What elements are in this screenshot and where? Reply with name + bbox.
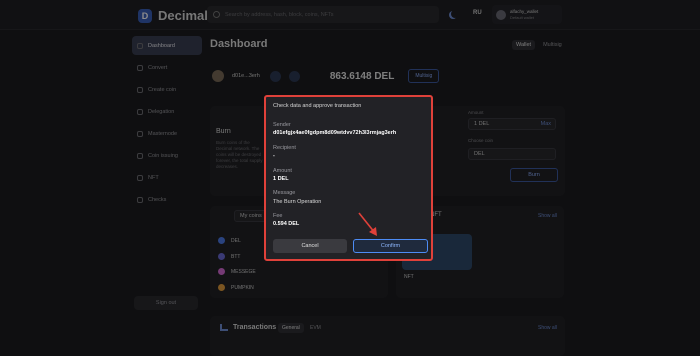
fee-label: Fee	[273, 213, 283, 219]
modal-title: Check data and approve transaction	[273, 103, 362, 109]
amount-value: 1 DEL	[273, 176, 289, 182]
confirm-button[interactable]: Confirm	[353, 239, 428, 253]
recipient-value: -	[273, 153, 275, 159]
sender-value: d01efgjx4ae0fgdpm8d09wtdvv72h3l3rmjag3er…	[273, 130, 397, 136]
message-label: Message	[273, 190, 296, 196]
confirm-transaction-modal: Check data and approve transaction Sende…	[264, 95, 433, 261]
message-value: The Burn Operation	[273, 199, 322, 205]
sender-label: Sender	[273, 122, 291, 128]
cancel-button[interactable]: Cancel	[273, 239, 347, 253]
recipient-label: Recipient	[273, 145, 296, 151]
annotation-arrow-icon	[358, 212, 377, 236]
fee-value: 0.594 DEL	[273, 221, 300, 227]
amount-label: Amount	[273, 168, 292, 174]
